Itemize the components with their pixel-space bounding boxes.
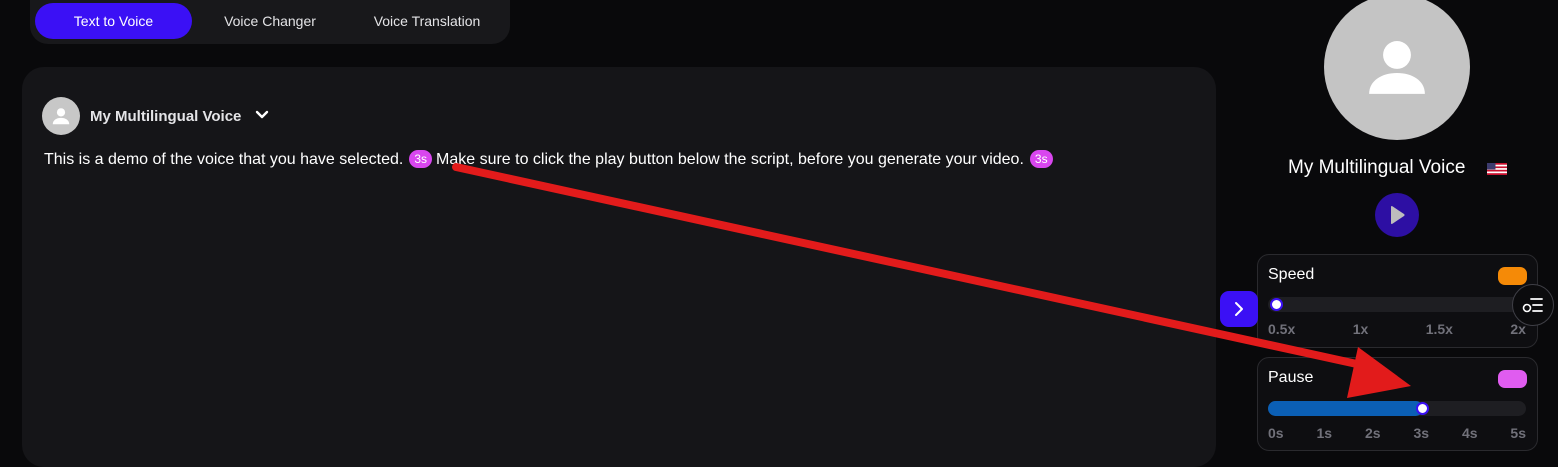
us-flag-icon: [1487, 163, 1507, 175]
speed-title: Speed: [1268, 266, 1315, 283]
voice-avatar-icon: [42, 97, 80, 135]
settings-list-icon: [1522, 298, 1543, 313]
voice-selector[interactable]: My Multilingual Voice: [42, 96, 269, 136]
speed-tick-labels: 0.5x 1x 1.5x 2x: [1268, 321, 1526, 339]
chevron-down-icon[interactable]: [255, 107, 269, 125]
settings-list-button[interactable]: [1512, 284, 1554, 326]
speed-slider[interactable]: [1268, 297, 1526, 312]
user-icon: [1369, 41, 1425, 94]
script-segment: Make sure to click the play button below…: [436, 151, 1024, 168]
speed-tick: 1x: [1352, 321, 1369, 337]
pause-slider-fill: [1268, 401, 1423, 416]
pause-tick: 2s: [1364, 425, 1381, 441]
pause-tag[interactable]: 3s: [1029, 150, 1053, 168]
collapse-panel-button[interactable]: [1220, 291, 1258, 327]
speed-tick: 0.5x: [1268, 321, 1296, 337]
pause-color-swatch[interactable]: [1498, 370, 1527, 388]
voice-title: My Multilingual Voice: [1288, 157, 1466, 178]
speed-card: Speed 0.5x 1x 1.5x 2x: [1257, 254, 1538, 348]
pause-tick: 1s: [1316, 425, 1333, 441]
pause-slider[interactable]: [1268, 401, 1526, 416]
mode-tabs: Text to Voice Voice Changer Voice Transl…: [30, 0, 510, 44]
pause-tick-labels: 0s 1s 2s 3s 4s 5s: [1268, 425, 1526, 443]
tab-voice-translation[interactable]: Voice Translation: [348, 3, 506, 39]
play-icon: [1391, 206, 1405, 224]
voice-avatar-large: [1324, 0, 1470, 140]
chevron-right-icon: [1235, 302, 1243, 316]
script-segment: This is a demo of the voice that you hav…: [44, 151, 404, 168]
pause-title: Pause: [1268, 369, 1314, 386]
pause-tick: 0s: [1268, 425, 1284, 441]
pause-tick: 3s: [1413, 425, 1430, 441]
pause-tag[interactable]: 3s: [409, 150, 432, 168]
pause-tick: 4s: [1461, 425, 1478, 441]
tab-text-to-voice[interactable]: Text to Voice: [35, 3, 192, 39]
tab-voice-changer[interactable]: Voice Changer: [200, 3, 340, 39]
play-button[interactable]: [1375, 193, 1419, 237]
pause-tick: 5s: [1510, 425, 1526, 441]
voice-selector-label: My Multilingual Voice: [90, 107, 242, 125]
speed-slider-thumb[interactable]: [1270, 298, 1283, 311]
speed-tick: 1.5x: [1425, 321, 1453, 337]
pause-slider-thumb[interactable]: [1416, 402, 1429, 415]
pause-card: Pause 0s 1s 2s 3s 4s 5s: [1257, 357, 1538, 451]
speed-color-swatch[interactable]: [1498, 267, 1527, 285]
script-text[interactable]: This is a demo of the voice that you hav…: [44, 149, 1184, 171]
script-editor[interactable]: My Multilingual Voice This is a demo of …: [22, 67, 1216, 467]
